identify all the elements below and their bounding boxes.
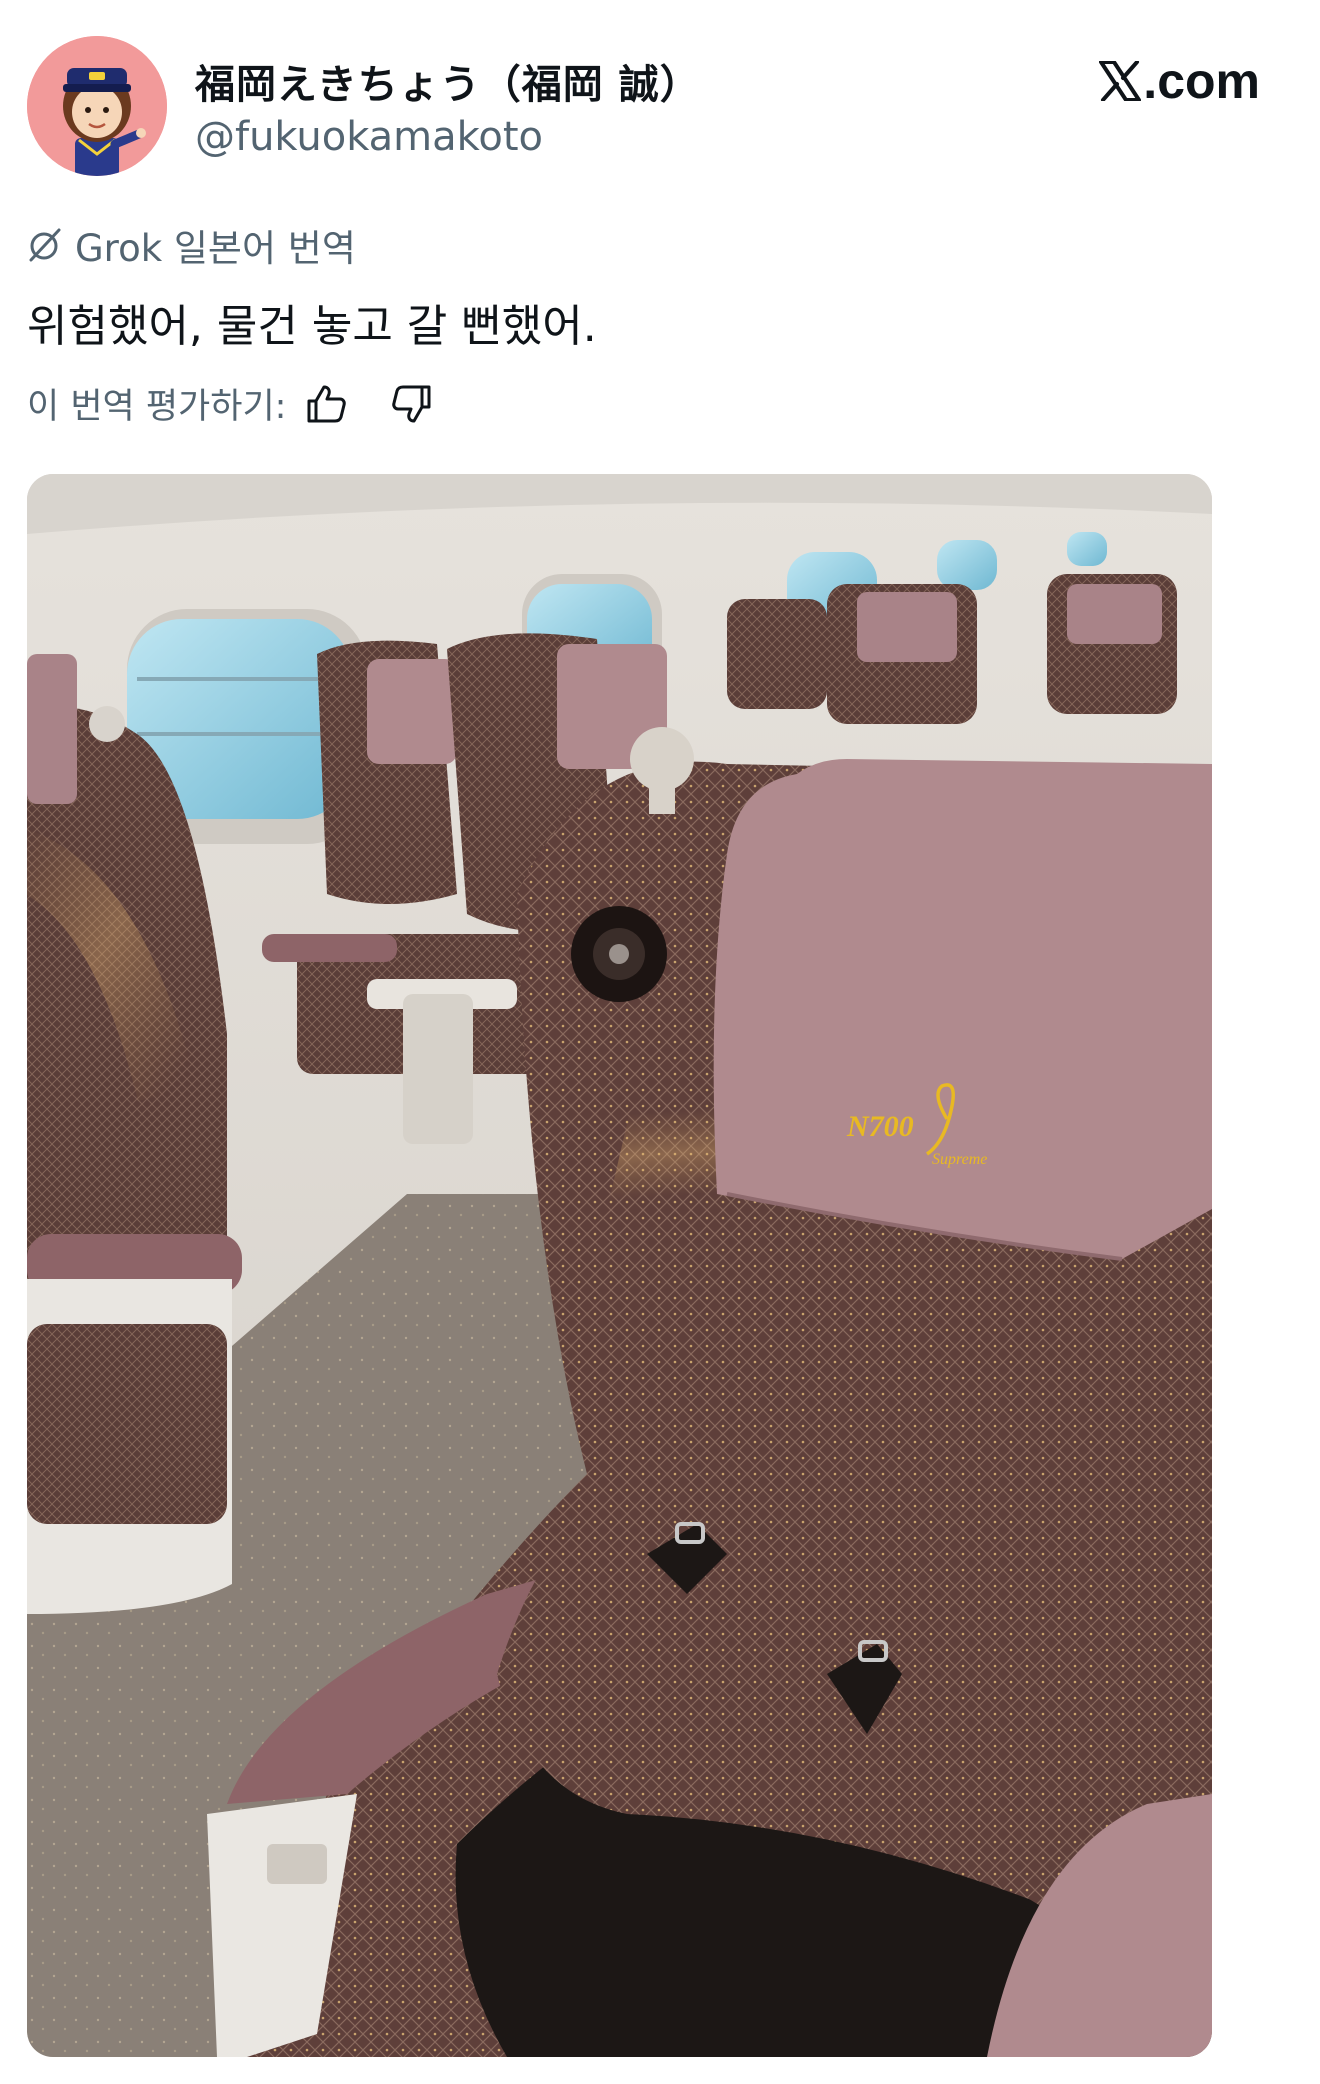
rate-translation: 이 번역 평가하기: xyxy=(27,378,436,429)
author-display-name[interactable]: 福岡えきちょう（福岡 誠） xyxy=(195,52,701,110)
train-interior-photo: N700 Supreme xyxy=(27,474,1212,2057)
tweet-photo[interactable]: N700 Supreme xyxy=(27,474,1212,2057)
thumbs-up-icon xyxy=(307,385,347,422)
avatar-cartoon-icon xyxy=(27,36,167,176)
headrest-logo-script: Supreme xyxy=(932,1151,987,1168)
brand-label: .com xyxy=(1143,53,1260,109)
headrest-logo: N700 xyxy=(846,1110,914,1143)
thumbs-down-button[interactable] xyxy=(388,380,436,428)
thumbs-up-button[interactable] xyxy=(302,380,350,428)
translation-source: Grok 일본어 번역 xyxy=(27,218,356,272)
translation-source-label: Grok 일본어 번역 xyxy=(75,227,356,270)
thumbs-down-icon xyxy=(392,385,431,422)
author-avatar[interactable] xyxy=(27,36,167,176)
rate-translation-label: 이 번역 평가하기: xyxy=(27,387,287,427)
tweet-text: 위험했어, 물건 놓고 갈 뻔했어. xyxy=(27,301,597,352)
x-com-link[interactable]: .com xyxy=(1099,52,1260,110)
author-handle[interactable]: @fukuokamakoto xyxy=(195,114,543,160)
grok-icon xyxy=(29,228,61,262)
x-logo-icon xyxy=(1099,61,1142,101)
